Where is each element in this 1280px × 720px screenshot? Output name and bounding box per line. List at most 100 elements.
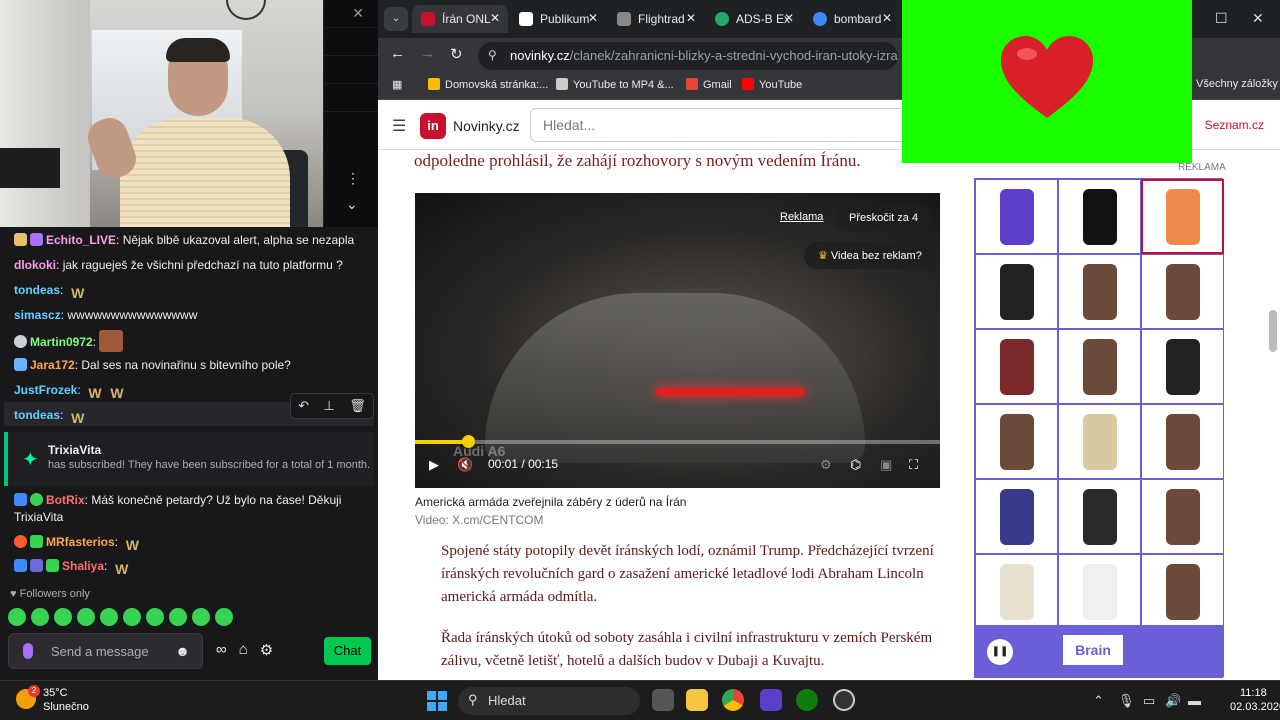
menu-icon[interactable]: ☰ [392, 116, 406, 136]
start-button[interactable] [427, 691, 447, 711]
chevron-up-icon[interactable]: ⌃ [1093, 693, 1104, 709]
ad-brand-logo[interactable]: Brain [1063, 635, 1123, 665]
chat-username[interactable]: simascz [14, 308, 61, 322]
bookmark-yt-mp4[interactable]: YouTube to MP4 &... [556, 78, 674, 91]
chat-username[interactable]: Jara172 [30, 358, 75, 372]
bookmark-home[interactable]: Domovská stránka:... [428, 78, 548, 91]
delete-icon[interactable]: 🗑 [349, 398, 366, 414]
file-explorer-icon[interactable] [686, 689, 708, 711]
back-icon[interactable]: ← [390, 45, 405, 62]
tab-search-icon[interactable]: ⌄ [384, 7, 408, 31]
app-icon[interactable] [760, 689, 782, 711]
tab-iran[interactable]: Írán ONL ✕ [412, 5, 508, 33]
infinity-icon[interactable]: ∞ [216, 641, 227, 659]
video-player[interactable]: Reklama Přeskočit za 4 ♛ Videa bez rekla… [415, 193, 940, 488]
close-tab-icon[interactable]: ✕ [784, 11, 794, 25]
network-icon[interactable]: ▭ [1143, 693, 1155, 709]
product-ad-banner[interactable]: ❚❚ Brain [974, 178, 1224, 678]
ad-product-tile[interactable] [1141, 254, 1224, 329]
battery-icon[interactable]: ▬ [1188, 693, 1201, 708]
chat-input[interactable]: Send a message ☻ [8, 633, 203, 669]
chat-username[interactable]: BotRix [46, 493, 85, 507]
video-progress-bar[interactable] [415, 435, 940, 448]
chat-send-button[interactable]: Chat [324, 637, 371, 665]
chat-username[interactable]: Shaliya [62, 559, 104, 573]
clock-time[interactable]: 11:18 [1240, 687, 1267, 699]
bookmark-gmail[interactable]: Gmail [686, 78, 732, 91]
ad-link[interactable]: Reklama [780, 211, 823, 223]
ad-product-tile[interactable] [1141, 404, 1224, 479]
pin-icon[interactable]: ⊥ [324, 398, 335, 414]
ad-product-tile[interactable] [1141, 554, 1224, 629]
emote-icon[interactable] [31, 608, 49, 626]
ad-product-tile[interactable] [975, 329, 1058, 404]
chevron-down-icon[interactable]: ⌄ [346, 196, 358, 213]
ad-product-tile[interactable] [1058, 329, 1141, 404]
chat-username[interactable]: MRfasterios [46, 535, 115, 549]
emote-icon[interactable] [192, 608, 210, 626]
settings-icon[interactable]: ⚙ [820, 457, 832, 473]
microphone-icon[interactable]: 🎙 [1118, 693, 1135, 709]
chrome-icon[interactable] [722, 689, 744, 711]
skip-ad-button[interactable]: Přeskočit za 4 [835, 205, 933, 231]
reload-icon[interactable]: ↻ [450, 45, 463, 63]
ad-product-tile[interactable] [1058, 179, 1141, 254]
tab-google[interactable]: bombard ✕ [804, 5, 900, 33]
ad-product-tile[interactable] [1058, 254, 1141, 329]
video-progress-handle[interactable] [461, 435, 475, 448]
ad-product-tile[interactable] [1058, 554, 1141, 629]
bookmark-youtube[interactable]: YouTube [742, 78, 802, 91]
emote-icon[interactable] [123, 608, 141, 626]
gear-icon[interactable]: ⚙ [260, 641, 273, 659]
close-window-icon[interactable]: ✕ [1252, 10, 1264, 27]
microphone-icon[interactable] [23, 643, 33, 659]
address-bar[interactable]: ⚲ novinky.cz/clanek/zahranicni-blizky-a-s… [478, 42, 898, 70]
chat-username[interactable]: Martin0972 [30, 335, 93, 349]
ad-product-tile[interactable] [1141, 479, 1224, 554]
emote-icon[interactable] [169, 608, 187, 626]
chat-username[interactable]: JustFrozek [14, 383, 77, 397]
ad-product-tile[interactable] [1058, 479, 1141, 554]
tab-flightradar[interactable]: Flightrad ✕ [608, 5, 704, 33]
taskbar-search[interactable]: ⚲ Hledat [458, 687, 640, 715]
emote-icon[interactable] [8, 608, 26, 626]
close-icon[interactable]: ✕ [324, 0, 378, 28]
clock-date[interactable]: 02.03.2026 [1230, 701, 1280, 713]
xbox-icon[interactable] [796, 689, 818, 711]
apps-icon[interactable]: ▦ [392, 78, 402, 91]
maximize-icon[interactable]: ☐ [1215, 10, 1228, 27]
ad-free-button[interactable]: ♛ Videa bez reklam? [804, 242, 936, 269]
ad-product-tile[interactable] [975, 404, 1058, 479]
ad-product-tile[interactable] [1141, 179, 1224, 254]
close-tab-icon[interactable]: ✕ [490, 11, 500, 25]
chat-username[interactable]: Echito_LIVE [46, 233, 116, 247]
temperature[interactable]: 35°C [43, 687, 68, 699]
task-view-icon[interactable] [652, 689, 674, 711]
ad-product-tile[interactable] [1058, 404, 1141, 479]
ad-product-tile[interactable] [975, 479, 1058, 554]
play-icon[interactable]: ▶ [429, 457, 439, 473]
cast-icon[interactable]: ⌬ [850, 457, 861, 473]
emote-icon[interactable] [54, 608, 72, 626]
obs-icon[interactable] [833, 689, 855, 711]
site-name[interactable]: Novinky.cz [453, 118, 520, 134]
novinky-logo[interactable]: in [420, 113, 446, 139]
emote-icon[interactable] [77, 608, 95, 626]
tab-adsb[interactable]: ADS-B Ex ✕ [706, 5, 802, 33]
emoji-icon[interactable]: ☻ [175, 643, 190, 659]
close-tab-icon[interactable]: ✕ [588, 11, 598, 25]
chat-username[interactable]: tondeas [14, 283, 60, 297]
forward-icon[interactable]: → [420, 45, 435, 62]
ad-product-tile[interactable] [975, 254, 1058, 329]
site-search-input[interactable]: Hledat... [530, 108, 910, 142]
site-info-icon[interactable]: ⚲ [488, 48, 497, 62]
emote-icon[interactable] [146, 608, 164, 626]
all-bookmarks[interactable]: Všechny záložky [1196, 78, 1278, 90]
reply-icon[interactable]: ↶ [298, 398, 309, 414]
close-tab-icon[interactable]: ✕ [882, 11, 892, 25]
ad-product-tile[interactable] [1141, 329, 1224, 404]
pip-icon[interactable]: ▣ [880, 457, 892, 473]
close-tab-icon[interactable]: ✕ [686, 11, 696, 25]
chat-username[interactable]: dlokoki [14, 258, 56, 272]
ad-product-tile[interactable] [975, 554, 1058, 629]
